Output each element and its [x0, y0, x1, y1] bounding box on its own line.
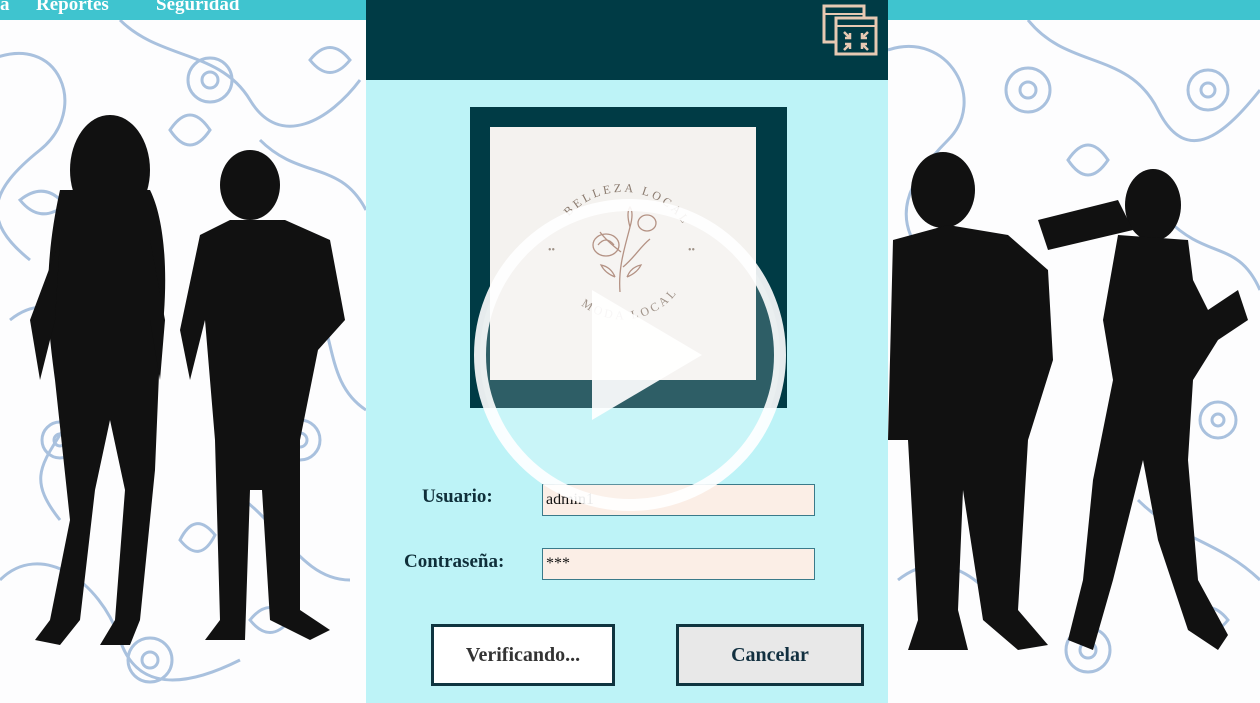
restore-window-icon — [822, 4, 878, 56]
dialog-header — [366, 0, 888, 80]
menu-item-seguridad[interactable]: Seguridad — [156, 0, 239, 16]
video-play-button[interactable] — [470, 195, 790, 515]
password-label: Contraseña: — [404, 551, 505, 572]
background-left — [0, 20, 366, 703]
background-right — [888, 20, 1260, 703]
cancel-button[interactable]: Cancelar — [676, 624, 864, 686]
play-icon — [474, 199, 786, 511]
password-input[interactable] — [542, 548, 815, 580]
verify-button[interactable]: Verificando... — [431, 624, 615, 686]
restore-window-button[interactable] — [822, 4, 878, 56]
menu-item-archivo[interactable]: a — [0, 0, 10, 16]
menu-item-reportes[interactable]: Reportes — [36, 0, 109, 16]
floral-pattern-left — [0, 20, 366, 684]
floral-pattern-right — [888, 20, 1260, 674]
